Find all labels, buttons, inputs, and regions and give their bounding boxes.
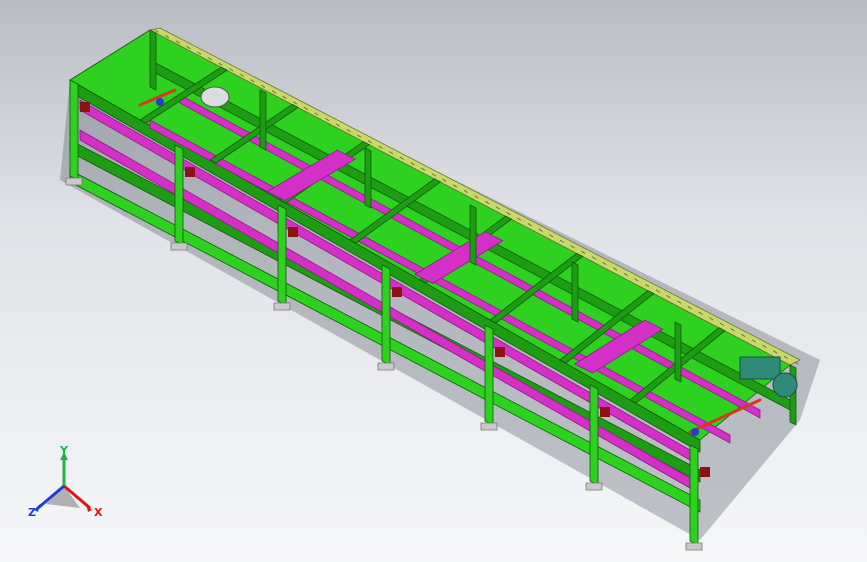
support-leg (69, 79, 79, 181)
mount-bracket (288, 227, 298, 237)
mount-bracket (392, 287, 402, 297)
motor-right (739, 356, 781, 380)
support-leg (277, 204, 287, 306)
mount-bracket (495, 347, 505, 357)
mount-bracket (80, 102, 90, 112)
leveling-foot (480, 422, 498, 431)
support-leg (381, 264, 391, 366)
sprocket-right (691, 428, 699, 436)
leveling-foot (65, 177, 83, 186)
leveling-foot (585, 482, 603, 491)
back-support-leg (469, 204, 477, 266)
support-leg (589, 384, 599, 486)
y-axis-label: Y (59, 446, 69, 457)
conveyor-model[interactable] (0, 0, 867, 562)
support-leg (484, 324, 494, 426)
mount-bracket (700, 467, 710, 477)
motor-right-cap (772, 372, 798, 398)
back-support-leg (149, 29, 157, 91)
mount-bracket (600, 407, 610, 417)
x-axis-label: X (94, 506, 103, 519)
support-leg (689, 444, 699, 546)
back-support-leg (259, 89, 267, 151)
back-support-leg (571, 261, 579, 323)
leveling-foot (377, 362, 395, 371)
graphics-viewport[interactable]: Y X Z (0, 0, 867, 562)
leveling-foot (273, 302, 291, 311)
mount-bracket (185, 167, 195, 177)
sprocket-left (156, 98, 164, 106)
back-support-leg (674, 321, 682, 383)
leveling-foot (170, 242, 188, 251)
support-leg (174, 144, 184, 246)
motor-left (200, 86, 230, 108)
leveling-foot (685, 542, 703, 551)
back-support-leg (364, 147, 372, 209)
orientation-triad: Y X Z (28, 446, 103, 519)
z-axis-label: Z (28, 506, 36, 519)
